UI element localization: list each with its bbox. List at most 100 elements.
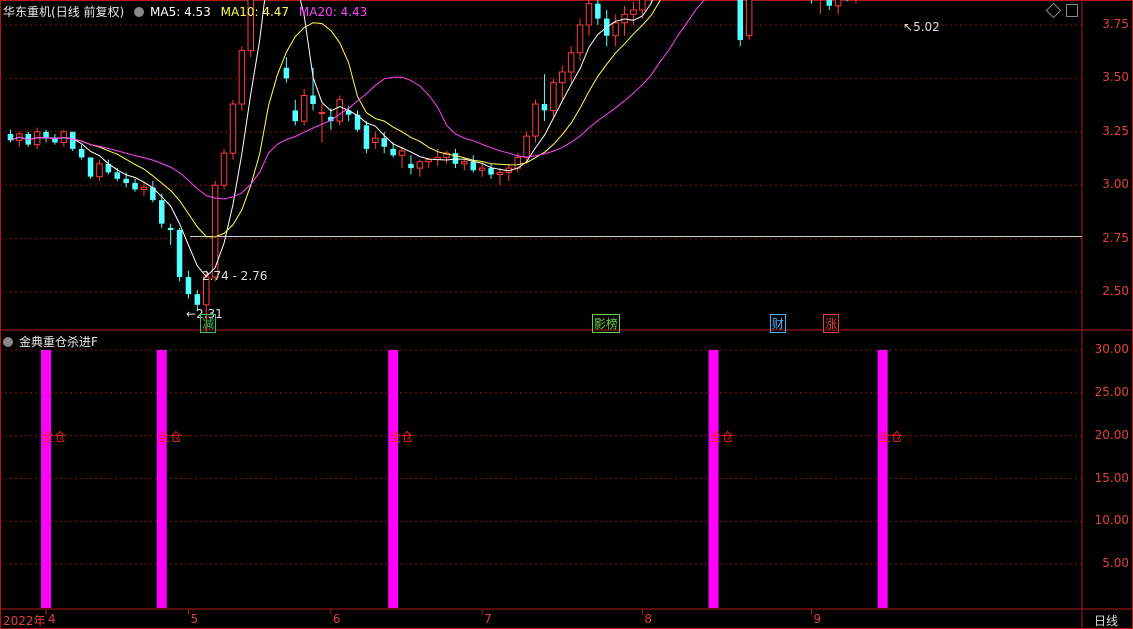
kline-chart[interactable] (0, 0, 1133, 629)
indicator-y-tick-label: 30.00 (1094, 342, 1129, 356)
candle-body (488, 168, 494, 175)
candle-body (372, 137, 379, 143)
indicator-title: 金典重仓杀进F (19, 335, 98, 349)
ma5-line (10, 0, 654, 278)
candle-body (318, 112, 326, 115)
candle-body (167, 227, 174, 231)
candle-body (87, 157, 94, 177)
ma5-label: MA5: 4.53 (150, 5, 211, 19)
x-tick-label: 7 (484, 612, 492, 626)
candle-body (826, 0, 833, 6)
candle-body (532, 103, 539, 137)
candle-body (238, 50, 246, 105)
candle-body (425, 159, 433, 163)
signal-bar (877, 350, 888, 608)
ma10-label: MA10: 4.47 (220, 5, 290, 19)
x-tick-label: 4 (48, 612, 56, 626)
signal-label: 全仓 (42, 430, 67, 444)
candle-body (132, 183, 138, 190)
candle-body (612, 22, 619, 37)
candle-body (96, 163, 103, 178)
event-marker[interactable]: 财 (769, 314, 786, 333)
y-tick-label: 2.75 (1102, 230, 1129, 245)
candle-body (43, 131, 49, 139)
candle-body (220, 152, 228, 186)
signal-bar (708, 350, 719, 608)
main-header: 华东重机(日线 前复权) MA5: 4.53 MA10: 4.47 MA20: … (3, 3, 373, 20)
candle-body (834, 0, 842, 7)
period-button[interactable]: 日线 (1094, 612, 1118, 629)
candle-body (140, 186, 148, 190)
y-tick-label: 2.50 (1102, 284, 1129, 298)
x-tick-label: 6 (332, 612, 341, 626)
candle-body (398, 150, 406, 156)
indicator-y-tick-label: 25.00 (1094, 384, 1129, 399)
signal-label: 全仓 (878, 430, 903, 444)
indicator-y-tick-label: 10.00 (1094, 513, 1129, 528)
candle-body (78, 148, 85, 158)
chart-area[interactable]: 华东重机(日线 前复权) MA5: 4.53 MA10: 4.47 MA20: … (0, 0, 1133, 629)
candle-body (336, 99, 344, 122)
candle-body (541, 104, 548, 111)
x-tick-label: 9 (813, 612, 822, 626)
candle-body (558, 71, 566, 84)
candle-body (523, 135, 530, 158)
ma20-label: MA20: 4.43 (298, 5, 368, 19)
y-tick-label: 3.75 (1102, 17, 1129, 31)
indicator-y-tick-label: 15.00 (1094, 470, 1129, 485)
candle-body (416, 161, 424, 169)
candle-body (496, 171, 504, 176)
x-tick-label: 5 (190, 612, 199, 626)
candle-body (300, 94, 308, 122)
candle-body (114, 172, 121, 179)
x-tick-label: 2022年 (3, 614, 46, 628)
event-marker[interactable]: 减 (200, 314, 217, 333)
candle-body (737, 0, 744, 40)
candle-body (176, 230, 183, 278)
chevron-down-icon[interactable] (3, 337, 13, 347)
candle-body (745, 0, 753, 37)
level-annotation: 2.74 - 2.76 (202, 269, 268, 283)
candle-body (585, 3, 593, 26)
candle-body (567, 52, 575, 73)
indicator-y-tick-label: 5.00 (1102, 556, 1129, 571)
panel-toggle-icon[interactable] (1066, 4, 1078, 17)
signal-label: 全仓 (709, 430, 734, 444)
candle-body (630, 9, 637, 15)
candle-body (123, 178, 129, 184)
x-tick-label: 8 (644, 612, 652, 626)
stock-name: 华东重机 (3, 5, 52, 19)
candle-body (194, 294, 201, 305)
candle-body (595, 3, 601, 19)
candle-body (408, 163, 414, 169)
high-annotation: ↖5.02 (903, 20, 940, 34)
signal-bar (41, 350, 52, 608)
candle-body (292, 110, 299, 122)
candle-body (185, 277, 192, 295)
candle-body (550, 82, 557, 111)
indicator-header: 金典重仓杀进F (3, 333, 104, 350)
indicator-y-tick-label: 20.00 (1094, 427, 1129, 442)
candle-body (478, 167, 486, 171)
candle-body (381, 138, 388, 147)
y-tick-label: 3.25 (1102, 123, 1129, 138)
signal-label: 全仓 (157, 430, 182, 444)
candle-body (470, 161, 477, 171)
signal-bar (156, 350, 167, 608)
signal-bar (388, 350, 399, 608)
ma10-line (10, 0, 662, 238)
candle-body (310, 95, 316, 105)
candle-body (363, 125, 370, 149)
event-marker[interactable]: 影榜 (591, 314, 620, 333)
period-label: (日线 前复权) (51, 5, 125, 19)
y-tick-label: 3.00 (1102, 177, 1129, 192)
candle-body (639, 0, 646, 11)
chevron-down-icon[interactable] (134, 7, 145, 17)
candle-body (283, 67, 290, 79)
chart-frame (0, 0, 1133, 629)
candle-body (461, 161, 468, 165)
candle-body (229, 103, 237, 154)
event-marker[interactable]: 涨 (823, 314, 840, 333)
signal-label: 全仓 (389, 430, 414, 444)
candle-body (158, 200, 165, 224)
